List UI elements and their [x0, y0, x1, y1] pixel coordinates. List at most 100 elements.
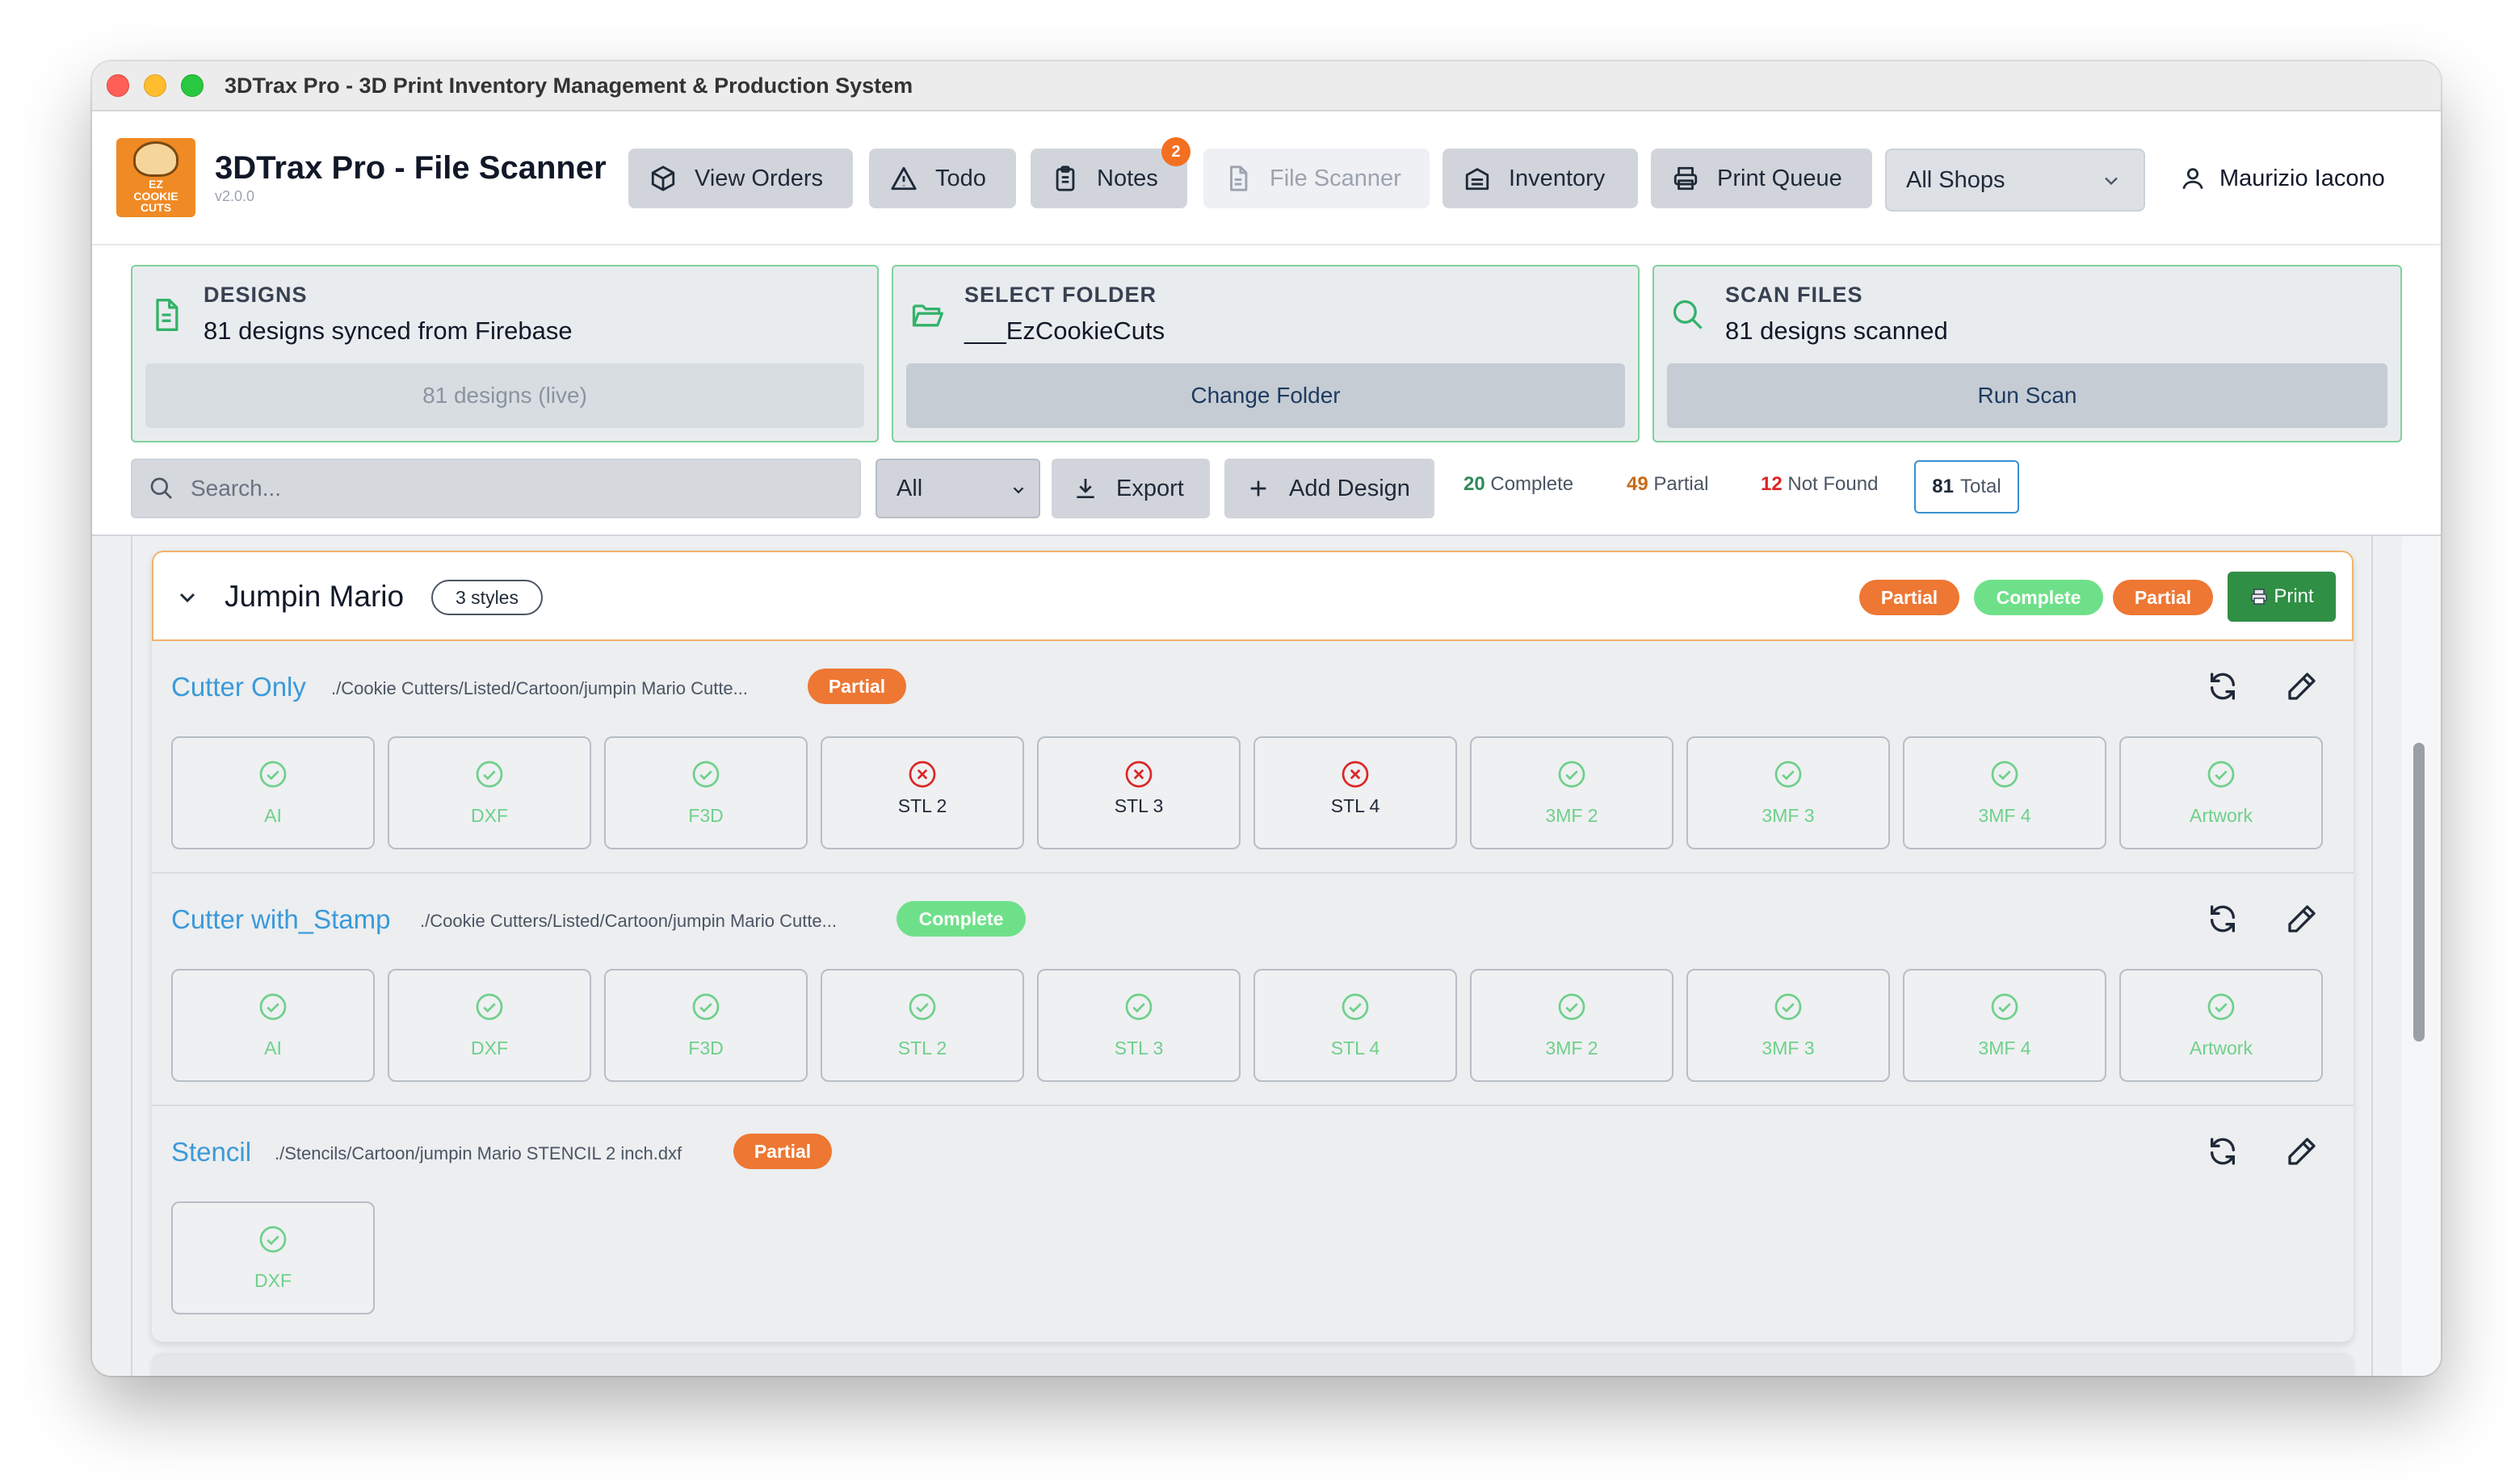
design-group-header[interactable]: Jumpin Mario 3 styles Partial Complete P…	[152, 551, 2354, 641]
file-tile[interactable]: 3MF 4	[1903, 969, 2106, 1082]
designs-live-button[interactable]: 81 designs (live)	[145, 363, 864, 428]
file-tile-label: STL 2	[897, 794, 947, 816]
file-tile[interactable]: STL 2	[821, 969, 1024, 1082]
file-scanner-button[interactable]: File Scanner	[1203, 149, 1430, 208]
print-queue-button[interactable]: Print Queue	[1651, 149, 1872, 208]
file-tile-label: F3D	[688, 1037, 724, 1059]
chevron-down-icon[interactable]	[174, 585, 200, 610]
file-tile[interactable]: Artwork	[2119, 736, 2323, 849]
chevron-down-icon	[1013, 487, 1024, 494]
refresh-icon[interactable]	[2207, 1135, 2239, 1167]
search-input[interactable]	[191, 476, 853, 501]
user-menu[interactable]: Maurizio Iacono	[2179, 149, 2385, 208]
file-tile[interactable]: DXF	[171, 1201, 375, 1314]
todo-button[interactable]: Todo	[869, 149, 1016, 208]
file-tile[interactable]: DXF	[388, 969, 591, 1082]
run-scan-button[interactable]: Run Scan	[1667, 363, 2387, 428]
file-tile-label: DXF	[471, 804, 508, 826]
style-name-link[interactable]: Cutter with_Stamp	[171, 904, 390, 935]
style-name-link[interactable]: Cutter Only	[171, 672, 306, 702]
file-icon	[1230, 166, 1248, 191]
file-tile[interactable]: STL 4	[1254, 736, 1457, 849]
view-orders-button[interactable]: View Orders	[628, 149, 853, 208]
file-tile-label: Artwork	[2190, 1037, 2253, 1059]
stat-partial[interactable]: 49 Partial	[1627, 473, 1708, 496]
minimize-window-button[interactable]	[144, 74, 166, 97]
view-orders-label: View Orders	[695, 165, 824, 191]
change-folder-button[interactable]: Change Folder	[906, 363, 1625, 428]
file-tile[interactable]: 3MF 4	[1903, 736, 2106, 849]
check-circle-icon	[2207, 761, 2235, 787]
app-name-block: 3DTrax Pro - File Scanner v2.0.0	[215, 150, 607, 205]
pencil-icon[interactable]	[2286, 670, 2318, 702]
notes-button[interactable]: Notes 2	[1031, 137, 1191, 208]
styles-count-badge: 3 styles	[431, 580, 543, 615]
scrollbar-thumb[interactable]	[2413, 743, 2425, 1042]
zoom-window-button[interactable]	[181, 74, 204, 97]
x-circle-icon	[1125, 761, 1153, 787]
warning-triangle-icon	[891, 166, 917, 191]
inventory-button[interactable]: Inventory	[1442, 149, 1638, 208]
close-window-button[interactable]	[107, 74, 129, 97]
file-tile-label: STL 3	[1114, 1037, 1164, 1059]
style-file-path: ./Cookie Cutters/Listed/Cartoon/jumpin M…	[331, 678, 749, 698]
plus-icon	[1250, 480, 1266, 497]
print-button[interactable]: Print	[2228, 572, 2336, 622]
stat-total[interactable]: 81 Total	[1914, 460, 2019, 514]
status-filter-select[interactable]: All	[876, 459, 1040, 518]
print-queue-label: Print Queue	[1717, 165, 1842, 191]
scan-files-card: SCAN FILES 81 designs scanned Run Scan	[1652, 265, 2402, 442]
style-name-link[interactable]: Stencil	[171, 1137, 251, 1167]
file-tiles: AI DXF F3D STL 2 STL 3 STL 4 3MF 2 3MF 3 3MF 4 Ar…	[171, 736, 2323, 849]
add-design-label: Add Design	[1289, 475, 1410, 501]
file-tile[interactable]: 3MF 2	[1470, 969, 1673, 1082]
file-scanner-label: File Scanner	[1270, 165, 1401, 191]
file-tile[interactable]: STL 4	[1254, 969, 1457, 1082]
check-circle-icon	[1125, 993, 1153, 1020]
file-tile[interactable]: 3MF 3	[1686, 736, 1890, 849]
user-icon	[2182, 168, 2203, 190]
print-button-label: Print	[2274, 585, 2314, 607]
status-badge: Partial	[1859, 580, 1959, 615]
stat-not-found[interactable]: 12 Not Found	[1761, 473, 1878, 496]
shop-select[interactable]: All Shops	[1885, 149, 2145, 212]
file-tile[interactable]: AI	[171, 736, 375, 849]
list-right-border	[2371, 536, 2373, 1376]
file-tile[interactable]: 3MF 2	[1470, 736, 1673, 849]
todo-label: Todo	[935, 165, 986, 191]
next-design-group[interactable]	[152, 1355, 2354, 1376]
pencil-icon[interactable]	[2286, 903, 2318, 935]
select-folder-label: SELECT FOLDER	[964, 283, 1157, 307]
stat-partial-label: Partial	[1653, 473, 1709, 495]
design-group-title: Jumpin Mario	[225, 580, 405, 613]
file-tile[interactable]: STL 3	[1037, 969, 1241, 1082]
refresh-icon[interactable]	[2207, 670, 2239, 702]
printer-icon	[1673, 166, 1698, 191]
search-box	[131, 459, 861, 518]
file-tile-label: STL 4	[1330, 1037, 1380, 1059]
window-title: 3DTrax Pro - 3D Print Inventory Manageme…	[225, 73, 913, 98]
stat-complete-count: 20	[1463, 473, 1485, 495]
folder-open-icon	[912, 304, 943, 327]
chevron-down-icon	[2105, 177, 2118, 186]
refresh-icon[interactable]	[2207, 903, 2239, 935]
file-tile[interactable]: STL 3	[1037, 736, 1241, 849]
file-tile[interactable]: Artwork	[2119, 969, 2323, 1082]
stat-complete[interactable]: 20 Complete	[1463, 473, 1573, 496]
export-button[interactable]: Export	[1052, 459, 1210, 518]
file-tile[interactable]: DXF	[388, 736, 591, 849]
pencil-icon[interactable]	[2286, 1135, 2318, 1167]
style-file-path: ./Stencils/Cartoon/jumpin Mario STENCIL …	[275, 1143, 682, 1163]
export-label: Export	[1116, 475, 1184, 501]
file-tile-label: 3MF 4	[1978, 804, 2031, 826]
file-tile[interactable]: F3D	[604, 736, 808, 849]
add-design-button[interactable]: Add Design	[1224, 459, 1434, 518]
file-tile[interactable]: AI	[171, 969, 375, 1082]
file-tile[interactable]: STL 2	[821, 736, 1024, 849]
stat-partial-count: 49	[1627, 473, 1648, 495]
file-tile-label: STL 3	[1114, 794, 1164, 816]
file-tile[interactable]: 3MF 3	[1686, 969, 1890, 1082]
stat-complete-label: Complete	[1490, 473, 1574, 495]
file-tile[interactable]: F3D	[604, 969, 808, 1082]
title-bar: 3DTrax Pro - 3D Print Inventory Manageme…	[92, 61, 2441, 111]
